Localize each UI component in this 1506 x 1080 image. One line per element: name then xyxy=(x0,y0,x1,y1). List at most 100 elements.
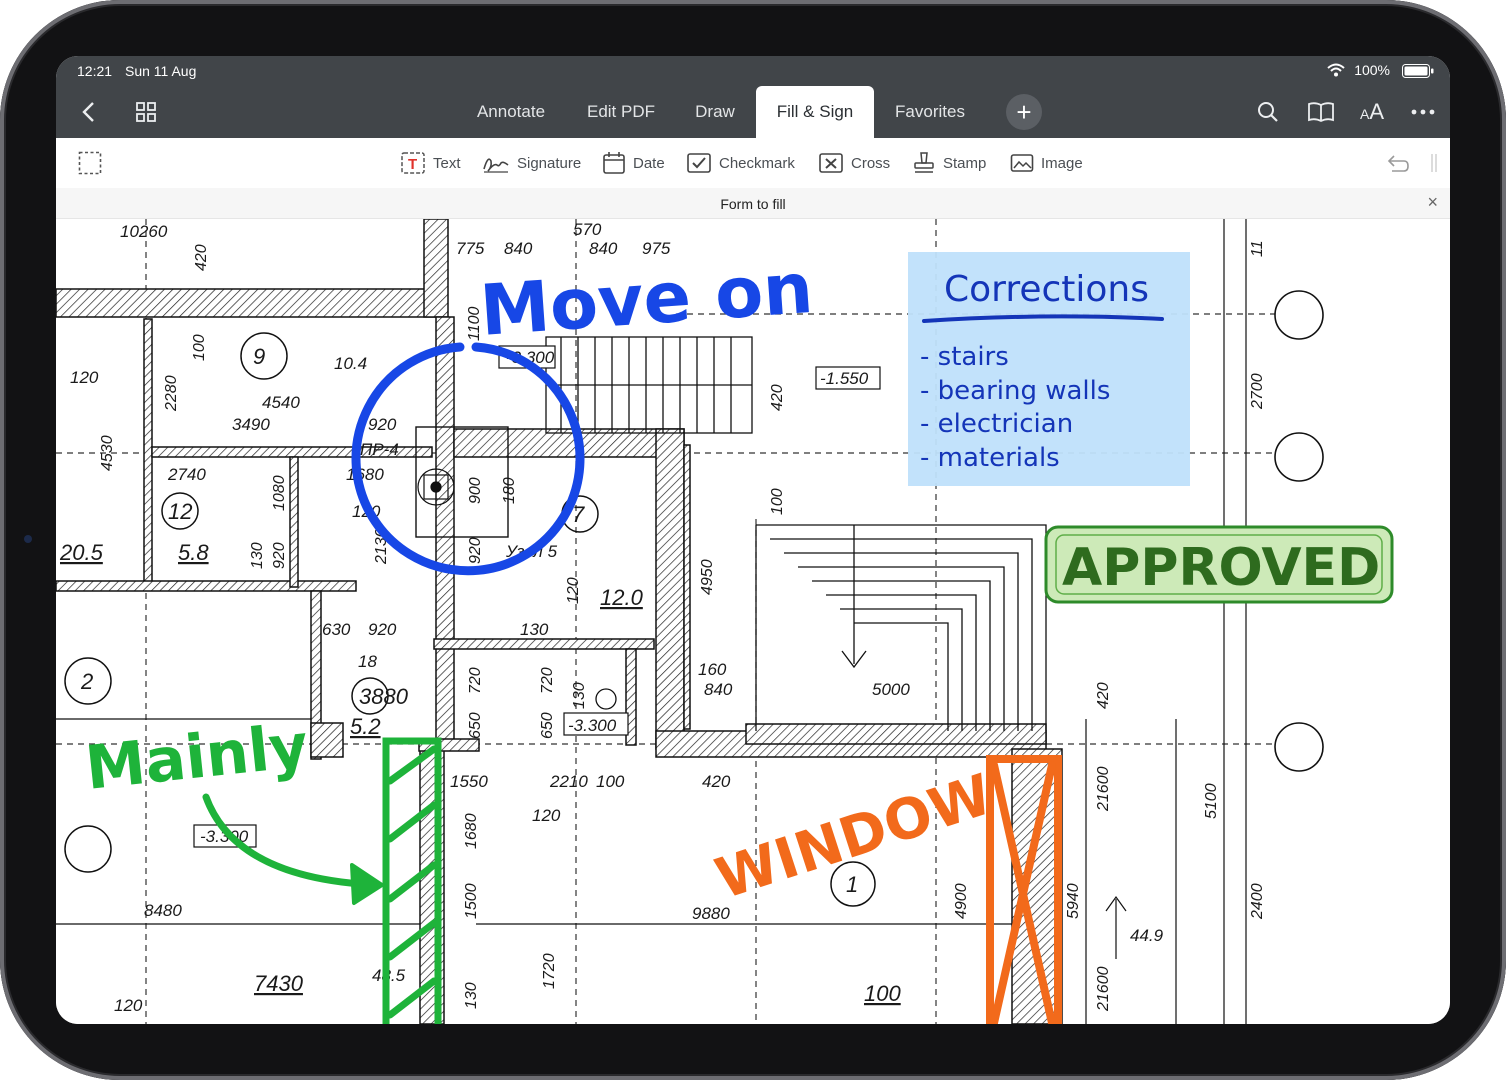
svg-text:-1.550: -1.550 xyxy=(820,369,869,388)
stamp-icon xyxy=(914,152,934,173)
date-tool[interactable]: Date xyxy=(602,138,665,188)
svg-text:100: 100 xyxy=(864,981,901,1006)
search-icon xyxy=(1258,102,1278,122)
grid-icon xyxy=(136,102,156,122)
svg-text:975: 975 xyxy=(642,239,671,258)
svg-text:1500: 1500 xyxy=(463,883,480,919)
status-time: 12:21 xyxy=(77,63,113,79)
svg-text:120: 120 xyxy=(114,996,143,1015)
floor-plan-drawing: 9 12 7 2 3880 1 10260 420 775 840 570 84… xyxy=(56,219,1394,1024)
checkmark-tool-label: Checkmark xyxy=(719,154,795,172)
image-tool[interactable]: Image xyxy=(1010,138,1083,188)
more-button[interactable] xyxy=(1406,86,1440,138)
mainly-annotation[interactable]: Mainly xyxy=(82,711,311,804)
svg-text:130: 130 xyxy=(520,620,549,639)
svg-text:120: 120 xyxy=(532,806,561,825)
svg-text:900: 900 xyxy=(467,477,484,504)
corrections-sticky-note[interactable]: Corrections - stairs - bearing walls - e… xyxy=(908,252,1190,486)
svg-text:100: 100 xyxy=(769,488,786,515)
svg-text:920: 920 xyxy=(271,542,288,569)
back-button[interactable] xyxy=(68,86,108,138)
room-11: 9 xyxy=(253,344,265,369)
text-size-button[interactable]: AA xyxy=(1354,86,1390,138)
image-icon xyxy=(1010,154,1034,172)
svg-text:775: 775 xyxy=(456,239,485,258)
svg-text:4950: 4950 xyxy=(699,559,716,595)
toolbar-handle[interactable] xyxy=(1430,138,1445,188)
svg-text:420: 420 xyxy=(193,244,210,271)
svg-text:420: 420 xyxy=(702,772,731,791)
close-banner-button[interactable]: × xyxy=(1427,192,1438,213)
text-tool[interactable]: T Text xyxy=(400,138,461,188)
svg-text:920: 920 xyxy=(467,537,484,564)
svg-text:8480: 8480 xyxy=(144,901,182,920)
status-bar: 12:21 Sun 11 Aug 100% xyxy=(56,56,1450,86)
cross-icon xyxy=(819,153,843,173)
more-dots-icon xyxy=(1411,109,1435,115)
tablet-frame: 12:21 Sun 11 Aug 100% Annotate Edit PDF … xyxy=(0,0,1506,1080)
svg-text:130: 130 xyxy=(249,542,266,569)
nav-bar: Annotate Edit PDF Draw Fill & Sign Favor… xyxy=(56,86,1450,138)
svg-text:44.9: 44.9 xyxy=(1130,926,1164,945)
svg-text:5.2: 5.2 xyxy=(350,714,381,739)
svg-text:630: 630 xyxy=(322,620,351,639)
svg-text:180: 180 xyxy=(501,477,518,504)
svg-text:720: 720 xyxy=(467,667,484,694)
svg-text:840: 840 xyxy=(704,680,733,699)
text-size-icon: AA xyxy=(1359,99,1385,124)
text-tool-label: Text xyxy=(433,154,461,172)
svg-text:2700: 2700 xyxy=(1249,373,1266,410)
chevron-left-icon xyxy=(82,102,94,122)
pdf-page[interactable]: 9 12 7 2 3880 1 10260 420 775 840 570 84… xyxy=(56,219,1450,1024)
search-button[interactable] xyxy=(1252,86,1284,138)
svg-text:5.8: 5.8 xyxy=(178,540,209,565)
svg-text:920: 920 xyxy=(368,415,397,434)
svg-text:ПР-4: ПР-4 xyxy=(360,440,399,459)
svg-text:100: 100 xyxy=(191,334,208,361)
tab-annotate[interactable]: Annotate xyxy=(456,86,566,138)
tab-draw[interactable]: Draw xyxy=(676,86,754,138)
stairs-lower xyxy=(755,524,1047,731)
svg-text:1680: 1680 xyxy=(463,813,480,849)
svg-text:650: 650 xyxy=(539,712,556,739)
tab-favorites[interactable]: Favorites xyxy=(876,86,984,138)
reading-mode-button[interactable] xyxy=(1304,86,1338,138)
checkmark-tool[interactable]: Checkmark xyxy=(686,138,795,188)
room-9: 2 xyxy=(80,669,93,694)
status-date: Sun 11 Aug xyxy=(125,63,197,79)
drag-handle-icon xyxy=(1431,154,1437,172)
add-tab-button[interactable]: + xyxy=(1006,94,1042,130)
move-on-annotation[interactable]: Move on xyxy=(477,247,815,352)
svg-text:840: 840 xyxy=(504,239,533,258)
signature-tool[interactable]: Signature xyxy=(482,138,581,188)
undo-button[interactable] xyxy=(1384,138,1417,188)
screen: 12:21 Sun 11 Aug 100% Annotate Edit PDF … xyxy=(56,56,1450,1024)
tab-fill-sign[interactable]: Fill & Sign xyxy=(756,86,874,138)
svg-text:130: 130 xyxy=(571,682,588,709)
svg-text:720: 720 xyxy=(539,667,556,694)
battery-icon xyxy=(1402,64,1434,81)
svg-text:21600: 21600 xyxy=(1095,966,1112,1012)
svg-text:570: 570 xyxy=(573,220,602,239)
svg-text:5000: 5000 xyxy=(872,680,910,699)
svg-text:5100: 5100 xyxy=(1203,783,1220,819)
sticky-item-bearing-walls: - bearing walls xyxy=(920,376,1110,406)
text-icon: T xyxy=(401,152,425,174)
signature-tool-label: Signature xyxy=(517,154,582,172)
cross-tool-label: Cross xyxy=(851,154,891,172)
stamp-tool[interactable]: Stamp xyxy=(912,138,986,188)
signature-icon xyxy=(483,158,509,173)
sticky-item-electrician: - electrician xyxy=(920,409,1073,439)
book-icon xyxy=(1308,102,1334,123)
svg-text:420: 420 xyxy=(769,384,786,411)
approved-stamp[interactable]: APPROVED xyxy=(1044,525,1394,604)
tab-edit-pdf[interactable]: Edit PDF xyxy=(566,86,676,138)
grid-view-button[interactable] xyxy=(126,86,166,138)
svg-text:2210: 2210 xyxy=(549,772,588,791)
green-arrowhead-icon xyxy=(350,863,384,905)
select-area-button[interactable] xyxy=(78,138,109,188)
cross-tool[interactable]: Cross xyxy=(818,138,890,188)
date-tool-label: Date xyxy=(633,154,665,172)
svg-text:10.4: 10.4 xyxy=(334,354,367,373)
image-tool-label: Image xyxy=(1041,154,1083,172)
